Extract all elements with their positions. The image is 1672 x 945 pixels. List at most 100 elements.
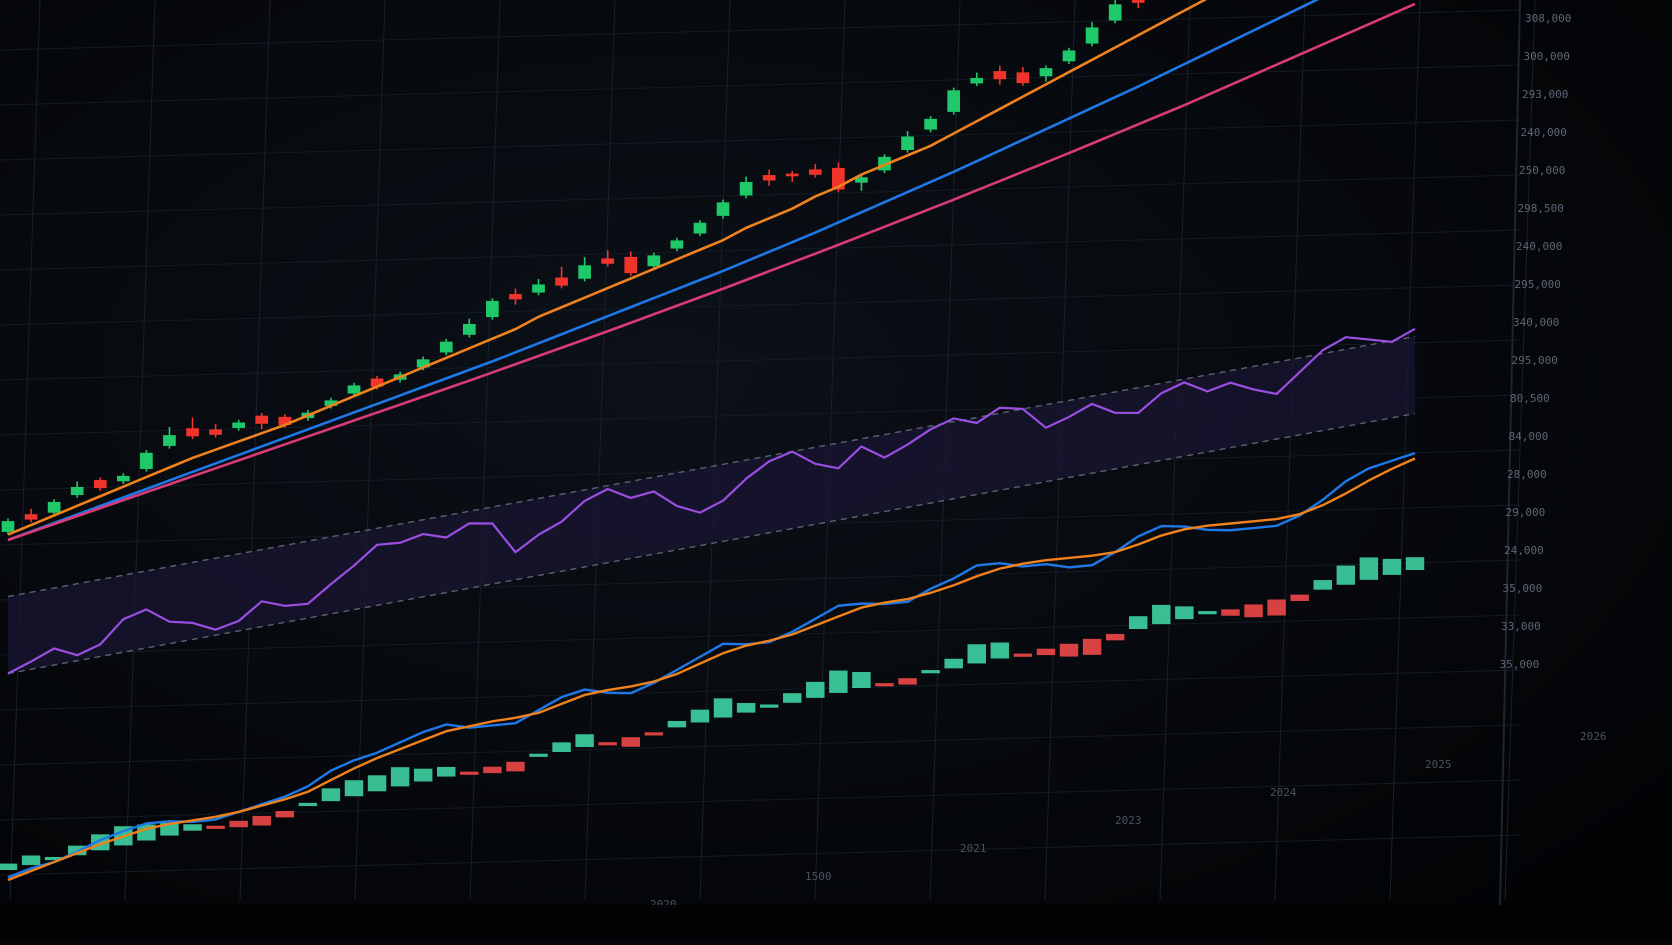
candle-bullish: [716, 202, 730, 216]
macd-histogram-bar-positive: [967, 644, 986, 664]
candle-bullish: [1039, 68, 1053, 77]
macd-histogram-bar-positive: [1313, 580, 1332, 590]
macd-histogram-bar-positive: [1175, 606, 1194, 620]
macd-histogram-bar-positive: [759, 704, 779, 708]
macd-histogram-bar-negative: [1082, 638, 1102, 655]
macd-histogram-bar-positive: [1382, 558, 1402, 575]
time-axis-tick-label: 2023: [1115, 814, 1142, 827]
candle-bullish: [347, 385, 361, 394]
macd-histogram-bar-positive: [690, 709, 710, 723]
candle-bearish: [255, 415, 269, 424]
candle-bullish: [1, 521, 15, 532]
price-axis-tick-label: 240,000: [1521, 126, 1567, 139]
macd-histogram-bar-negative: [621, 737, 640, 747]
time-axis-tick-label: 2024: [1270, 786, 1297, 799]
price-axis-tick-label: 300,000: [1524, 50, 1570, 63]
macd-histogram-bar-positive: [1359, 557, 1379, 580]
candle-bearish: [1131, 0, 1145, 3]
macd-histogram-bar-positive: [829, 670, 848, 693]
macd-histogram-bar-negative: [644, 732, 664, 736]
macd-histogram-bar-negative: [1105, 633, 1125, 641]
time-axis-tick-label: 2025: [1425, 758, 1452, 771]
price-axis-tick-label: 250,000: [1519, 164, 1565, 177]
macd-histogram-bar-positive: [806, 681, 825, 698]
candle-bearish: [808, 169, 822, 175]
candle-bullish: [970, 78, 984, 84]
price-axis-tick-label: 295,000: [1512, 354, 1558, 367]
macd-histogram-bar-negative: [875, 683, 894, 687]
macd-histogram-bar-negative: [1059, 643, 1079, 657]
candle-bullish: [486, 300, 499, 318]
macd-histogram-bar-negative: [1290, 594, 1309, 601]
macd-histogram-bar-negative: [506, 761, 525, 772]
macd-histogram-bar-negative: [460, 771, 479, 775]
candle-bullish: [532, 284, 545, 293]
macd-histogram-bar-positive: [529, 753, 548, 757]
candle-bearish: [209, 429, 222, 435]
candle-bearish: [186, 428, 199, 437]
price-axis-tick-label: 35,000: [1500, 658, 1540, 671]
macd-histogram-bar-positive: [575, 734, 594, 748]
macd-histogram-bar-positive: [437, 766, 456, 777]
macd-histogram-bar-positive: [413, 768, 433, 782]
macd-histogram-bar-negative: [229, 820, 248, 828]
macd-histogram-bar-positive: [183, 824, 202, 831]
macd-histogram-bar-positive: [298, 802, 318, 807]
price-axis-tick-label: 240,000: [1516, 240, 1562, 253]
candle-bullish: [70, 486, 84, 496]
candle-bullish: [901, 136, 914, 150]
candle-bullish: [140, 452, 153, 469]
candle-bearish: [601, 258, 615, 264]
price-axis-tick-label: 340,000: [1513, 316, 1559, 329]
candle-bearish: [93, 480, 107, 489]
macd-histogram-bar-positive: [1128, 616, 1148, 630]
trading-chart-screen: 308,000 300,000 293,000 240,000 250,000 298,5…: [0, 0, 1672, 941]
macd-histogram-bar-positive: [1198, 611, 1217, 615]
macd-histogram-bar-negative: [206, 825, 225, 829]
macd-histogram-bar-positive: [783, 693, 802, 703]
candle-bullish: [947, 90, 961, 112]
candle-bullish: [924, 118, 937, 130]
price-axis-tick-label: 29,000: [1506, 506, 1546, 519]
macd-histogram-bar-negative: [1221, 609, 1240, 616]
macd-histogram-bar-negative: [483, 766, 502, 774]
macd-histogram-bar-negative: [898, 678, 917, 685]
macd-histogram-bar-positive: [1336, 565, 1356, 585]
macd-histogram-bar-positive: [1405, 557, 1425, 570]
price-axis-tick-label: 295,000: [1515, 278, 1561, 291]
candle-bullish: [739, 181, 753, 196]
candle-bullish: [1062, 50, 1076, 62]
price-axis-tick-label: 84,000: [1509, 430, 1549, 443]
macd-histogram-bar-positive: [552, 742, 571, 752]
candle-bullish: [647, 255, 661, 267]
price-axis-tick-label: 28,000: [1507, 468, 1547, 481]
candle-bullish: [462, 323, 476, 335]
candle-bullish: [232, 422, 245, 428]
candle-bearish: [762, 175, 776, 181]
macd-histogram-bar-negative: [275, 810, 295, 818]
candle-bullish: [47, 501, 61, 513]
candle-bearish: [24, 514, 38, 520]
candle-bearish: [1016, 72, 1030, 84]
macd-histogram-bar-positive: [1152, 604, 1171, 625]
macd-histogram-bar-negative: [1267, 599, 1286, 616]
chart-canvas[interactable]: 308,000 300,000 293,000 240,000 250,000 298,5…: [0, 0, 1672, 941]
candle-bearish: [509, 294, 522, 300]
candle-bearish: [785, 173, 799, 177]
macd-histogram-bar-negative: [1013, 653, 1033, 657]
candle-bullish: [1108, 4, 1122, 21]
candle-bullish: [693, 222, 707, 234]
candle-bearish: [624, 256, 638, 274]
candle-bullish: [578, 265, 591, 279]
macd-histogram-bar-positive: [921, 670, 940, 674]
candle-bullish: [1085, 27, 1099, 44]
price-axis-tick-label: 298,500: [1518, 202, 1564, 215]
candle-bullish: [163, 435, 176, 446]
macd-histogram-bar-positive: [390, 767, 410, 787]
candle-bearish: [993, 71, 1007, 80]
macd-histogram-bar-negative: [598, 742, 617, 746]
screen-bottom-bezel: [0, 905, 1672, 941]
macd-histogram-bar-positive: [367, 775, 387, 792]
macd-histogram-bar-positive: [736, 703, 756, 713]
price-axis-tick-label: 80,500: [1510, 392, 1550, 405]
